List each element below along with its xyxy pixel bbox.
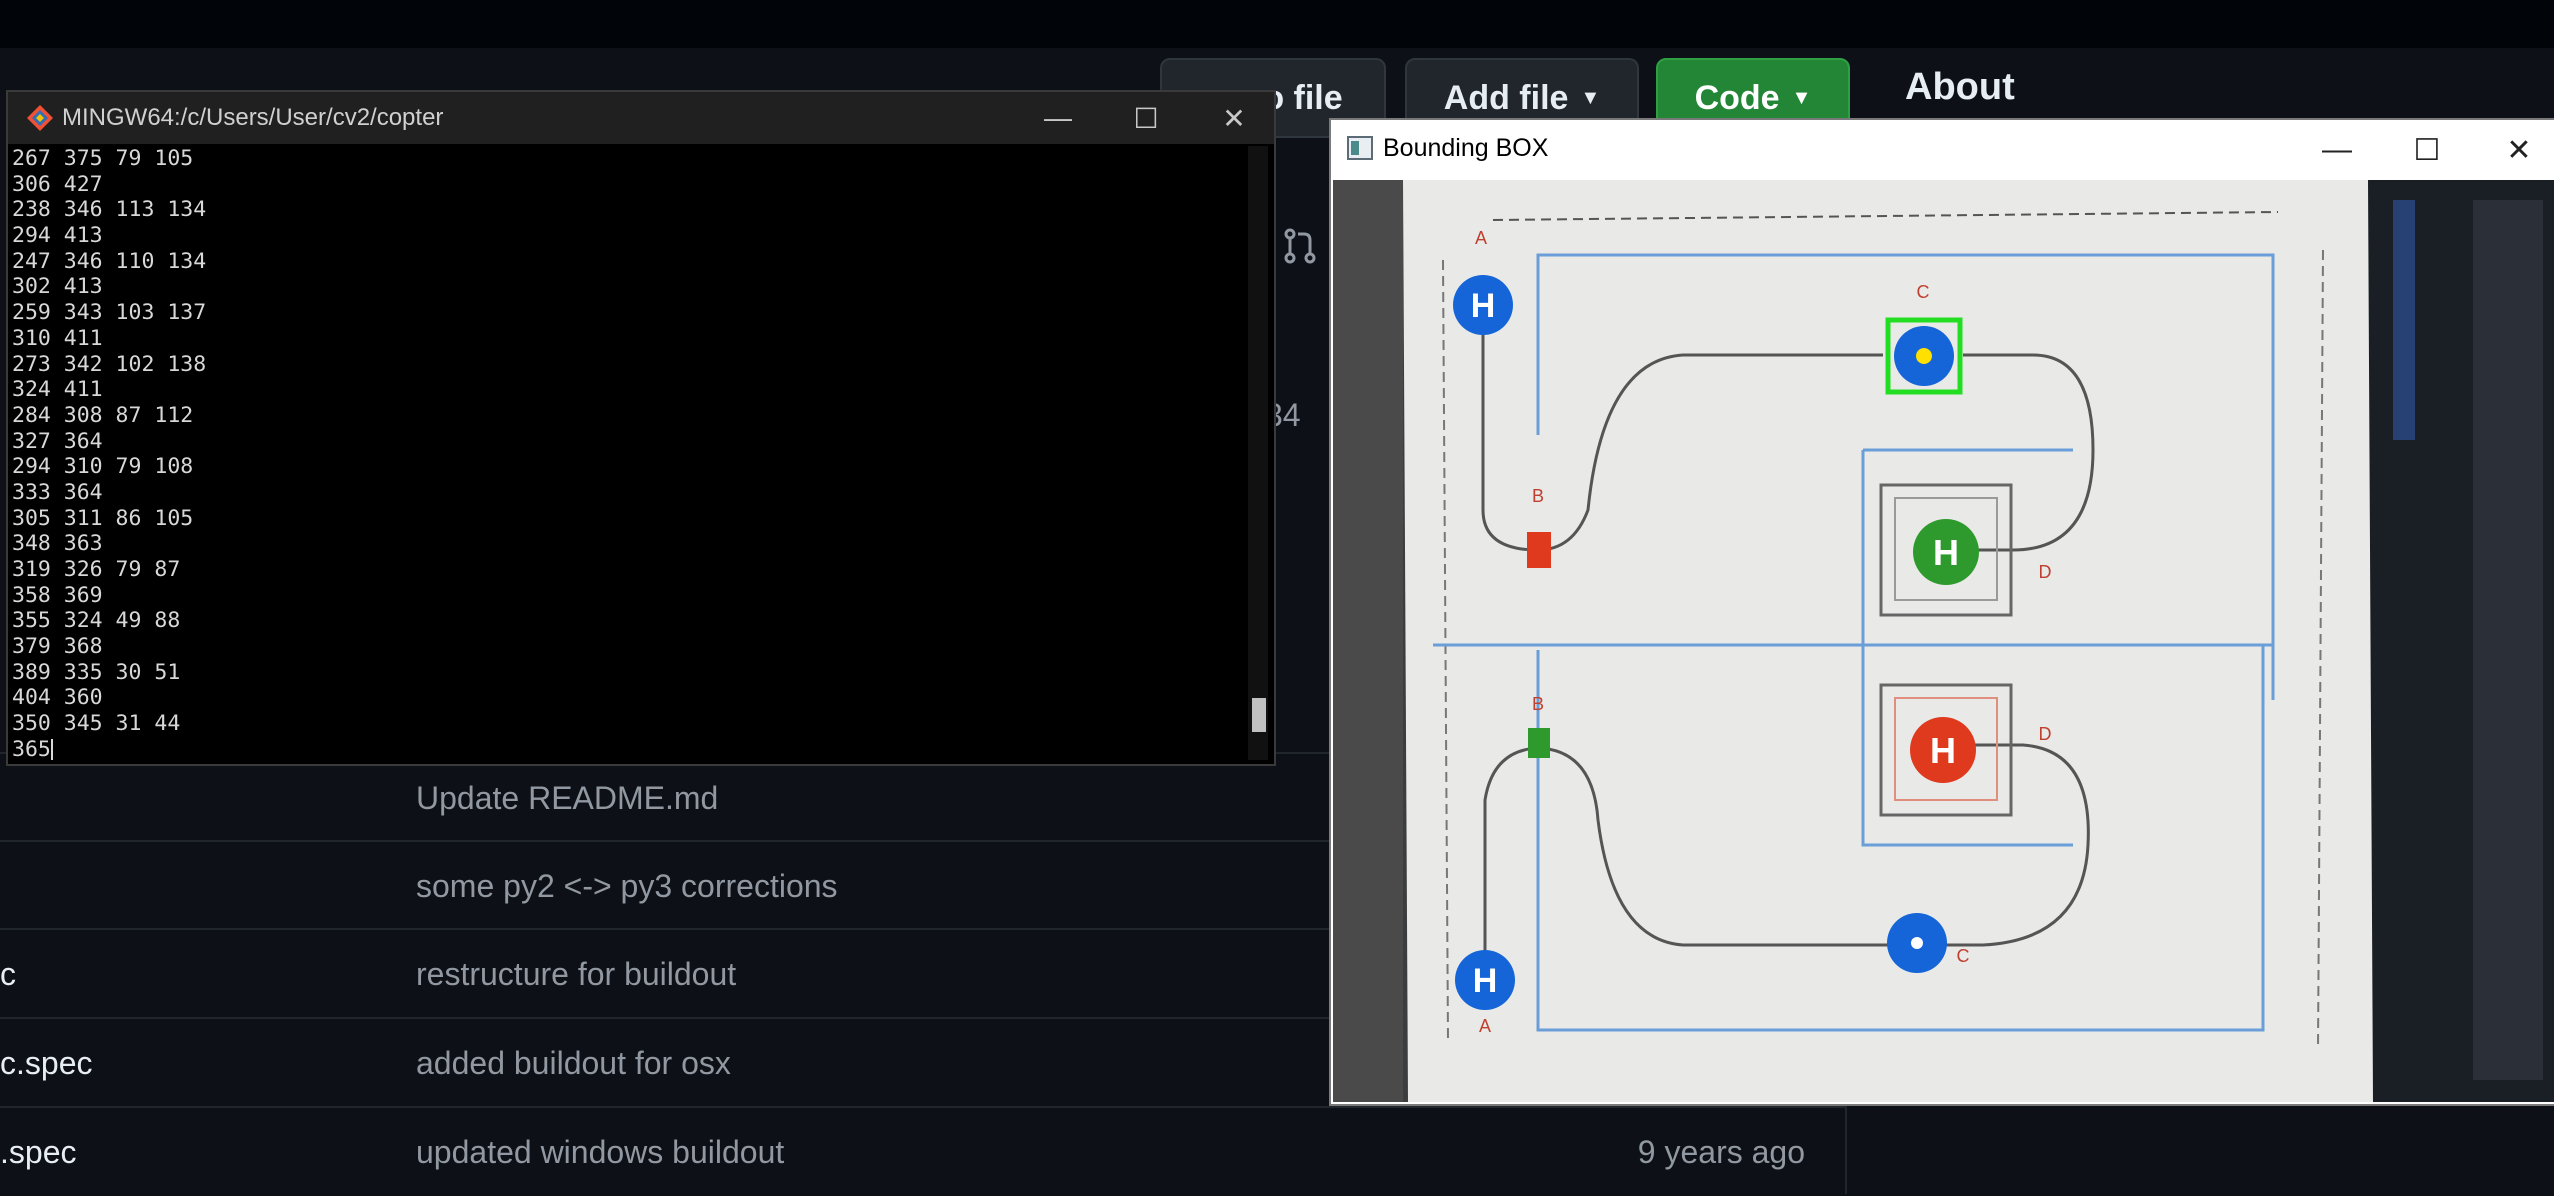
screen-text-strip — [2393, 200, 2415, 440]
terminal-line: 348 363 — [12, 531, 103, 557]
terminal-line: 306 427 — [12, 171, 103, 197]
terminal-scrollbar-thumb[interactable] — [1252, 698, 1266, 732]
git-bash-icon — [27, 105, 53, 131]
screen-sidebar — [2473, 200, 2543, 1080]
waypoint-center — [1911, 937, 1923, 949]
terminal-line: 294 310 79 108 — [12, 454, 194, 480]
commit-message[interactable]: added buildout for osx — [416, 1045, 731, 1082]
chevron-down-icon: ▼ — [1791, 86, 1812, 109]
zone-letter-label: B — [1532, 486, 1544, 506]
maximize-icon[interactable]: ☐ — [1126, 98, 1166, 138]
zone-letter-label: D — [2039, 562, 2052, 582]
terminal-line: 324 411 — [12, 377, 103, 403]
terminal-line: 389 335 30 51 — [12, 659, 181, 685]
terminal-line: 305 311 86 105 — [12, 505, 194, 531]
terminal-line: 259 343 103 137 — [12, 300, 207, 326]
terminal-line: 310 411 — [12, 325, 103, 351]
file-name[interactable]: c — [0, 956, 16, 993]
terminal-line: 379 368 — [12, 634, 103, 660]
terminal-line: 302 413 — [12, 274, 103, 300]
bounding-box-titlebar[interactable]: Bounding BOX — ☐ ✕ — [1331, 120, 2554, 178]
zone-letter-label: A — [1479, 1016, 1491, 1036]
file-row[interactable]: .spec updated windows buildout 9 years a… — [0, 1106, 1845, 1196]
obstacle-marker-green — [1528, 728, 1550, 758]
terminal-line: 365 — [12, 736, 53, 760]
obstacle-marker-red — [1527, 532, 1551, 568]
terminal-line: 284 308 87 112 — [12, 402, 194, 428]
chevron-down-icon: ▼ — [1580, 86, 1601, 109]
camera-frame[interactable]: H H H H A B C D B D C A — [1333, 180, 2554, 1102]
zone-letter-label: C — [1917, 282, 1930, 302]
terminal-line: 404 360 — [12, 685, 103, 711]
add-file-label: Add file — [1443, 78, 1569, 117]
terminal-line: 333 364 — [12, 479, 103, 505]
commit-time: 9 years ago — [1637, 1133, 1805, 1170]
helipad-h-label: H — [1933, 532, 1959, 573]
terminal-line: 355 324 49 88 — [12, 608, 181, 634]
zone-letter-label: A — [1475, 228, 1487, 248]
close-icon[interactable]: ✕ — [1214, 98, 1254, 138]
terminal-line: 319 326 79 87 — [12, 557, 181, 582]
file-name[interactable]: .spec — [0, 1134, 76, 1171]
terminal-line: 327 364 — [12, 428, 103, 454]
zone-letter-label: B — [1532, 694, 1544, 714]
terminal-line: 273 342 102 138 — [12, 351, 207, 377]
pull-request-icon[interactable] — [1280, 226, 1320, 266]
dark-left-edge — [1333, 180, 1403, 1102]
terminal-output[interactable]: 267 375 79 105 306 427 238 346 113 134 294 … — [12, 146, 1240, 760]
bounding-box-title: Bounding BOX — [1383, 134, 1549, 162]
bounding-box-window[interactable]: Bounding BOX — ☐ ✕ H H H H A B C D B D C… — [1329, 118, 2554, 1106]
terminal-line: 267 375 79 105 — [12, 146, 194, 171]
helipad-h-label: H — [1930, 730, 1956, 771]
terminal-titlebar[interactable]: MINGW64:/c/Users/User/cv2/copter — ☐ ✕ — [8, 92, 1274, 144]
zone-letter-label: D — [2039, 724, 2052, 744]
terminal-scrollbar[interactable] — [1248, 146, 1268, 760]
commit-message[interactable]: updated windows buildout — [416, 1134, 784, 1171]
commit-message[interactable]: restructure for buildout — [416, 956, 736, 993]
terminal-window[interactable]: MINGW64:/c/Users/User/cv2/copter — ☐ ✕ 2… — [6, 90, 1276, 766]
detection-center-dot — [1916, 348, 1932, 364]
about-heading: About — [1905, 66, 2015, 108]
zone-letter-label: C — [1957, 946, 1970, 966]
minimize-icon[interactable]: — — [2315, 128, 2359, 172]
terminal-title: MINGW64:/c/Users/User/cv2/copter — [62, 104, 444, 131]
terminal-line: 294 413 — [12, 223, 103, 249]
terminal-line: 238 346 113 134 — [12, 197, 207, 223]
terminal-line: 350 345 31 44 — [12, 711, 181, 737]
terminal-line: 358 369 — [12, 582, 103, 608]
helipad-h-label: H — [1471, 287, 1496, 325]
commit-message[interactable]: some py2 <-> py3 corrections — [416, 868, 838, 905]
github-top-header — [0, 0, 2554, 48]
file-name[interactable]: c.spec — [0, 1045, 92, 1082]
terminal-line: 247 346 110 134 — [12, 248, 207, 274]
close-icon[interactable]: ✕ — [2497, 128, 2541, 172]
minimize-icon[interactable]: — — [1038, 98, 1078, 138]
helipad-h-label: H — [1473, 962, 1498, 1000]
terminal-cursor — [50, 738, 53, 760]
maximize-icon[interactable]: ☐ — [2405, 128, 2449, 172]
app-window-icon — [1347, 136, 1373, 160]
code-label: Code — [1694, 78, 1780, 117]
commit-message[interactable]: Update README.md — [416, 780, 718, 817]
